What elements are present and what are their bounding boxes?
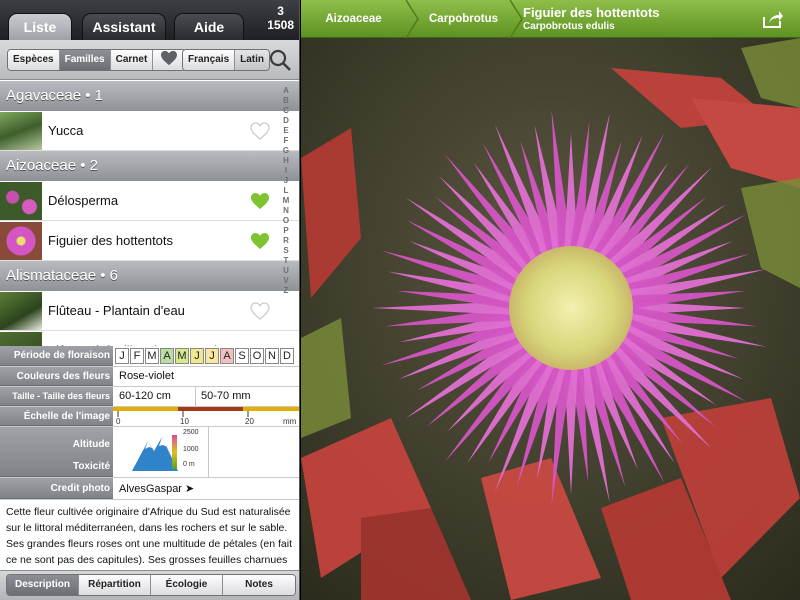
tab-repartition[interactable]: Répartition (79, 575, 151, 595)
tab-ecologie[interactable]: Écologie (151, 575, 223, 595)
alphabet-letter[interactable]: L (280, 186, 292, 196)
alphabet-letter[interactable]: H (280, 156, 292, 166)
scale-ruler (113, 407, 299, 417)
heart-icon (161, 50, 178, 66)
species-detail-table: Période de floraison JFMAMJJASOND Couleu… (0, 346, 299, 500)
month-cell: S (235, 348, 249, 364)
month-cell: D (280, 348, 294, 364)
section-header: Agavaceae • 1 (0, 81, 299, 111)
left-panel: Liste Assistant Aide 3 1508 Espèces Fami… (0, 0, 300, 600)
month-cell: A (160, 348, 174, 364)
month-cell: J (115, 348, 129, 364)
bottom-tab-bar: Description Répartition Écologie Notes (0, 570, 299, 600)
alphabet-letter[interactable]: U (280, 266, 292, 276)
page-title: Figuier des hottentots Carpobrotus eduli… (523, 5, 660, 33)
alphabet-letter[interactable]: E (280, 126, 292, 136)
alphabet-letter[interactable]: O (280, 216, 292, 226)
plant-thumbnail (0, 292, 42, 330)
plant-thumbnail (0, 222, 42, 260)
alphabet-letter[interactable]: S (280, 246, 292, 256)
favorites-filter-button[interactable] (153, 50, 186, 70)
credit-link[interactable]: AlvesGaspar ➤ (119, 482, 194, 495)
alphabet-letter[interactable]: C (280, 106, 292, 116)
month-cell: J (205, 348, 219, 364)
month-cell: M (175, 348, 189, 364)
language-segmented: Français Latin (182, 49, 271, 71)
right-panel: Aizoaceae Carpobrotus Figuier des hotten… (301, 0, 800, 600)
credit-row: Credit photo AlvesGaspar ➤ (0, 478, 299, 500)
altitude-toxicity-row: Altitude Toxicité 2500 1000 0 m (0, 427, 299, 478)
lang-latin-button[interactable]: Latin (235, 50, 270, 70)
heart-outline-icon[interactable] (250, 302, 270, 320)
top-tab-bar: Liste Assistant Aide 3 1508 (0, 0, 299, 40)
breadcrumb: Aizoaceae Carpobrotus Figuier des hotten… (301, 0, 800, 38)
tab-description[interactable]: Description (7, 575, 79, 595)
month-cell: J (190, 348, 204, 364)
alphabet-letter[interactable]: N (280, 206, 292, 216)
month-cell: A (220, 348, 234, 364)
heart-filled-icon[interactable] (250, 192, 270, 210)
share-icon[interactable] (762, 9, 784, 29)
filter-especes-button[interactable]: Espèces (8, 50, 60, 70)
family-list: Agavaceae • 1 Yucca Aizoaceae • 2 Délosp… (0, 81, 299, 346)
filter-carnet-button[interactable]: Carnet (110, 50, 154, 70)
alphabet-letter[interactable]: R (280, 236, 292, 246)
alphabet-letter[interactable]: P (280, 226, 292, 236)
month-cell: F (130, 348, 144, 364)
description-text: Cette fleur cultivée originaire d'Afriqu… (6, 506, 293, 566)
species-count: 3 1508 (267, 4, 294, 32)
alphabet-letter[interactable]: J (280, 176, 292, 186)
size-row: Taille - Taille des fleurs 60-120 cm 50-… (0, 387, 299, 407)
heart-filled-icon[interactable] (250, 232, 270, 250)
plant-thumbnail (0, 112, 42, 150)
section-header: Alismataceae • 6 (0, 261, 299, 291)
filter-bar: Espèces Familles Carnet Français Latin (0, 40, 299, 80)
plant-thumbnail (0, 182, 42, 220)
plant-thumbnail (0, 332, 42, 346)
filter-familles-button[interactable]: Familles (59, 50, 111, 70)
flowering-row: Période de floraison JFMAMJJASOND (0, 346, 299, 367)
list-item[interactable]: Flûteau à feuilles de parnassie (0, 331, 299, 346)
month-cell: M (145, 348, 159, 364)
breadcrumb-genus[interactable]: Carpobrotus (416, 0, 511, 38)
alphabet-index[interactable]: ABCDEFGHIJLMNOPRSTUVZ (280, 86, 292, 296)
breadcrumb-family[interactable]: Aizoaceae (301, 0, 406, 38)
list-item[interactable]: Yucca (0, 111, 299, 151)
detail-tabs-segmented: Description Répartition Écologie Notes (6, 574, 296, 596)
alphabet-letter[interactable]: G (280, 146, 292, 156)
alphabet-letter[interactable]: M (280, 196, 292, 206)
alphabet-letter[interactable]: V (280, 276, 292, 286)
list-item[interactable]: Délosperma (0, 181, 299, 221)
flower-image (301, 38, 800, 600)
month-calendar: JFMAMJJASOND (115, 348, 295, 364)
heart-outline-icon[interactable] (250, 122, 270, 140)
section-header: Aizoaceae • 2 (0, 151, 299, 181)
alphabet-letter[interactable]: Z (280, 286, 292, 296)
list-item[interactable]: Flûteau - Plantain d'eau (0, 291, 299, 331)
species-photo[interactable] (301, 38, 800, 600)
view-mode-segmented: Espèces Familles Carnet (7, 49, 187, 71)
tab-aide[interactable]: Aide (174, 13, 244, 40)
tab-liste[interactable]: Liste (8, 13, 72, 40)
month-cell: O (250, 348, 264, 364)
alphabet-letter[interactable]: F (280, 136, 292, 146)
alphabet-letter[interactable]: T (280, 256, 292, 266)
alphabet-letter[interactable]: I (280, 166, 292, 176)
scale-row: Échelle de l'image 0 10 20 mm (0, 407, 299, 427)
color-row: Couleurs des fleurs Rose-violet (0, 367, 299, 387)
tab-notes[interactable]: Notes (223, 575, 295, 595)
lang-francais-button[interactable]: Français (183, 50, 236, 70)
tab-assistant[interactable]: Assistant (82, 13, 166, 40)
mountain-icon (132, 435, 178, 471)
alphabet-letter[interactable]: B (280, 96, 292, 106)
alphabet-letter[interactable]: A (280, 86, 292, 96)
alphabet-letter[interactable]: D (280, 116, 292, 126)
search-icon[interactable] (268, 48, 292, 72)
month-cell: N (265, 348, 279, 364)
list-item[interactable]: Figuier des hottentots (0, 221, 299, 261)
